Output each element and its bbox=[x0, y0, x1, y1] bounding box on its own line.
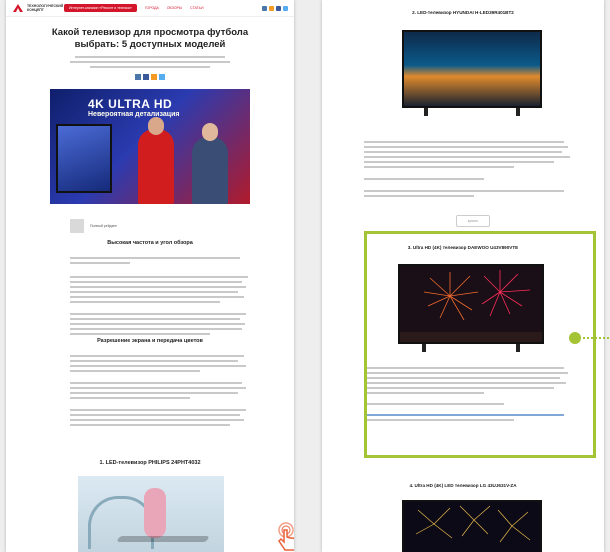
vk-icon[interactable] bbox=[262, 5, 267, 11]
tv-screen-2 bbox=[402, 30, 542, 108]
tv-screen-4 bbox=[402, 500, 542, 552]
logo-mark-icon bbox=[13, 4, 23, 12]
avatar bbox=[70, 219, 84, 233]
hero-tv bbox=[56, 124, 112, 193]
hand-cursor-icon bbox=[278, 522, 294, 551]
social-icons bbox=[262, 5, 288, 11]
pointer-tail bbox=[583, 337, 610, 339]
image-shadow bbox=[116, 536, 210, 542]
main-nav: ГОРОДА ОБЗОРЫ СТАТЬИ bbox=[145, 6, 204, 10]
share-icons bbox=[6, 74, 294, 80]
section-heading-refresh: Высокая частота и угол обзора bbox=[107, 240, 193, 246]
author-name[interactable]: Полный рейдинг bbox=[90, 224, 117, 228]
image-child bbox=[144, 488, 166, 538]
tv-stand-left bbox=[424, 108, 428, 116]
pointer-dot bbox=[569, 332, 581, 344]
product-image-4 bbox=[402, 500, 542, 552]
logo-text: ТЕХНОЛОГИЧЕСКИЙ КОНЦЕПТ bbox=[27, 4, 64, 12]
article-title: Какой телевизор для просмотра футбола вы… bbox=[51, 27, 249, 50]
ok-icon[interactable] bbox=[269, 5, 274, 11]
model-heading-4: 4. Ultra HD (4K) LED телевизор LG 43UJ63… bbox=[409, 483, 517, 488]
paragraph-block bbox=[70, 352, 248, 429]
hero-person-red-head bbox=[148, 117, 164, 135]
nav-item-articles[interactable]: СТАТЬИ bbox=[190, 6, 203, 10]
product-image-2 bbox=[402, 30, 542, 116]
left-article-page: ТЕХНОЛОГИЧЕСКИЙ КОНЦЕПТ Интернет-магазин… bbox=[6, 0, 294, 552]
site-logo[interactable]: ТЕХНОЛОГИЧЕСКИЙ КОНЦЕПТ bbox=[12, 3, 64, 13]
tv-stand-right bbox=[516, 108, 520, 116]
share-ok-icon[interactable] bbox=[151, 74, 157, 80]
fb-icon[interactable] bbox=[276, 5, 281, 11]
hero-subtitle: Невероятная детализация bbox=[88, 111, 180, 118]
highlight-frame bbox=[364, 231, 596, 458]
model-heading-1: 1. LED-телевизор PHILIPS 24PHT4032 bbox=[99, 460, 201, 466]
nav-item-cities[interactable]: ГОРОДА bbox=[145, 6, 159, 10]
share-tw-icon[interactable] bbox=[159, 74, 165, 80]
buy-button[interactable]: купить bbox=[456, 215, 490, 227]
share-fb-icon[interactable] bbox=[143, 74, 149, 80]
paragraph-block bbox=[364, 138, 570, 200]
model-heading-2: 2. LED-телевизор HYUNDAI H-LED39R401BT2 bbox=[412, 10, 514, 15]
hero-title: 4K ULTRA HD bbox=[88, 97, 173, 111]
product-image-1 bbox=[78, 476, 224, 552]
paragraph-block bbox=[70, 254, 248, 338]
hero-image: 4K ULTRA HD Невероятная детализация bbox=[50, 89, 250, 204]
nav-item-reviews[interactable]: ОБЗОРЫ bbox=[167, 6, 182, 10]
site-header: ТЕХНОЛОГИЧЕСКИЙ КОНЦЕПТ Интернет-магазин… bbox=[6, 0, 294, 17]
hero-person-blue bbox=[192, 137, 228, 204]
section-heading-resolution: Разрешение экрана и передача цветов bbox=[97, 338, 203, 344]
hero-person-red bbox=[138, 129, 174, 204]
promo-button[interactable]: Интернет-магазин «Ремонт и техника» bbox=[64, 4, 137, 12]
article-lead bbox=[66, 56, 234, 68]
hero-person-blue-head bbox=[202, 123, 218, 141]
author-block: Полный рейдинг bbox=[70, 219, 117, 233]
tw-icon[interactable] bbox=[283, 5, 288, 11]
share-vk-icon[interactable] bbox=[135, 74, 141, 80]
fireworks-graphic bbox=[415, 505, 531, 543]
